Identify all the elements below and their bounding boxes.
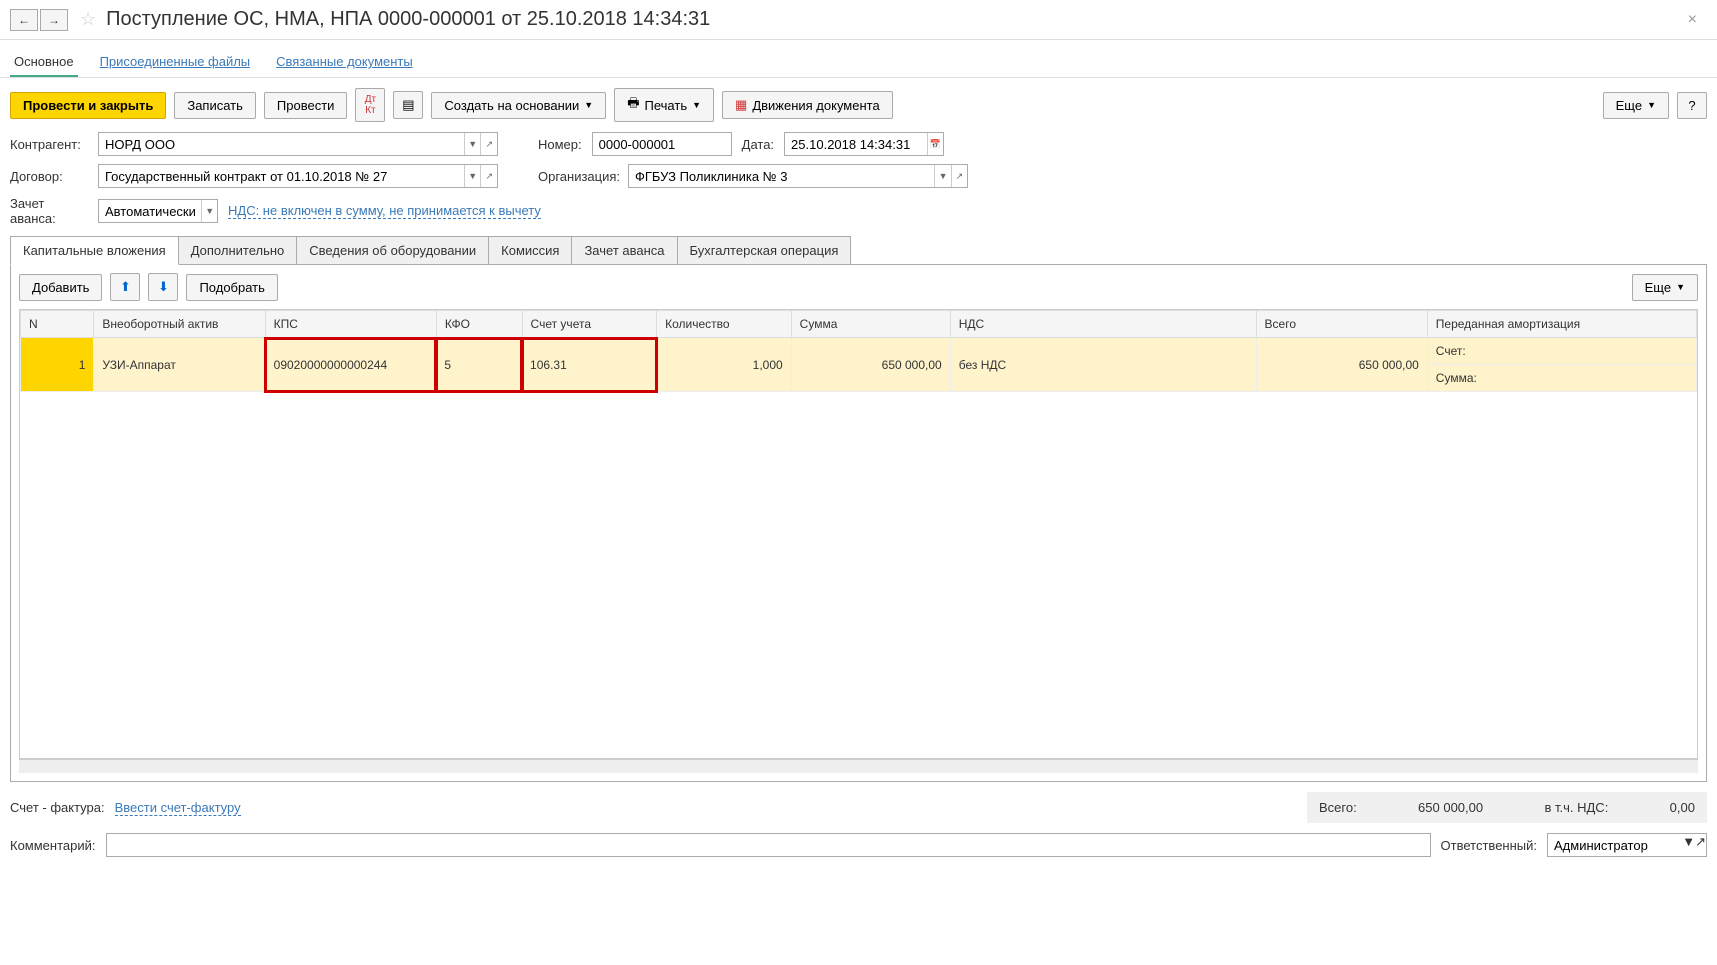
grid-more-button[interactable]: Еще ▼ <box>1632 274 1698 301</box>
cell-quantity[interactable]: 1,000 <box>657 338 792 392</box>
horizontal-scrollbar[interactable] <box>19 759 1698 773</box>
capital-investments-grid[interactable]: N Внеоборотный актив КПС КФО Счет учета … <box>19 309 1698 759</box>
chevron-down-icon: ▼ <box>692 100 701 110</box>
open-icon[interactable]: ↗ <box>951 165 967 187</box>
document-icon: ▤ <box>402 97 414 113</box>
tab-advance-offset[interactable]: Зачет аванса <box>571 236 677 264</box>
select-button[interactable]: Подобрать <box>186 274 277 301</box>
cell-asset[interactable]: УЗИ-Аппарат <box>94 338 265 392</box>
tab-commission[interactable]: Комиссия <box>488 236 572 264</box>
post-button[interactable]: Провести <box>264 92 348 119</box>
vat-incl-label: в т.ч. НДС: <box>1544 800 1608 815</box>
favorite-star-icon[interactable]: ☆ <box>80 9 96 30</box>
nav-forward-button[interactable]: → <box>40 9 68 31</box>
col-header-sum[interactable]: Сумма <box>791 311 950 338</box>
nav-back-button[interactable]: ← <box>10 9 38 31</box>
arrow-down-icon: ⬇ <box>158 279 169 295</box>
close-button[interactable]: × <box>1678 11 1707 29</box>
more-button[interactable]: Еще ▼ <box>1603 92 1669 119</box>
contract-label: Договор: <box>10 169 88 184</box>
total-value: 650 000,00 <box>1418 800 1483 815</box>
cell-amort-sum[interactable]: Сумма: <box>1427 365 1696 392</box>
dropdown-icon[interactable]: ▼ <box>464 133 481 155</box>
responsible-label: Ответственный: <box>1441 838 1537 853</box>
vat-settings-link[interactable]: НДС: не включен в сумму, не принимается … <box>228 203 541 219</box>
cell-vat[interactable]: без НДС <box>950 338 1256 392</box>
date-label: Дата: <box>742 137 774 152</box>
cell-n[interactable]: 1 <box>21 338 94 392</box>
responsible-input[interactable]: ▼ ↗ <box>1547 833 1707 857</box>
counterparty-input[interactable]: ▼ ↗ <box>98 132 498 156</box>
dropdown-icon[interactable]: ▼ <box>1682 834 1695 856</box>
number-label: Номер: <box>538 137 582 152</box>
col-header-vat[interactable]: НДС <box>950 311 1256 338</box>
tab-additional[interactable]: Дополнительно <box>178 236 298 264</box>
invoice-label: Счет - фактура: <box>10 800 105 815</box>
tab-accounting-operation[interactable]: Бухгалтерская операция <box>677 236 852 264</box>
post-and-close-button[interactable]: Провести и закрыть <box>10 92 166 119</box>
cell-kps[interactable]: 09020000000000244 <box>265 338 436 392</box>
save-button[interactable]: Записать <box>174 92 256 119</box>
advance-select[interactable]: ▼ <box>98 199 218 223</box>
totals-summary: Всего: 650 000,00 в т.ч. НДС: 0,00 <box>1307 792 1707 823</box>
advance-label: Зачет аванса: <box>10 196 88 226</box>
open-icon[interactable]: ↗ <box>1695 834 1706 856</box>
page-title: Поступление ОС, НМА, НПА 0000-000001 от … <box>106 8 710 31</box>
create-based-on-button[interactable]: Создать на основании ▼ <box>431 92 606 119</box>
cell-account[interactable]: 106.31 <box>522 338 657 392</box>
tab-equipment-info[interactable]: Сведения об оборудовании <box>296 236 489 264</box>
enter-invoice-link[interactable]: Ввести счет-фактуру <box>115 800 241 816</box>
navtab-files[interactable]: Присоединенные файлы <box>96 48 255 77</box>
cell-kfo[interactable]: 5 <box>436 338 522 392</box>
document-movements-button[interactable]: ▦ Движения документа <box>722 91 893 119</box>
debit-credit-button[interactable]: ДтКт <box>355 88 385 122</box>
navtab-main[interactable]: Основное <box>10 48 78 77</box>
move-up-button[interactable]: ⬆ <box>110 273 140 301</box>
col-header-n[interactable]: N <box>21 311 94 338</box>
org-label: Организация: <box>538 169 618 184</box>
date-input[interactable]: 📅 <box>784 132 944 156</box>
printer-icon: 🖶 <box>627 94 639 116</box>
arrow-up-icon: ⬆ <box>120 279 131 295</box>
cell-sum[interactable]: 650 000,00 <box>791 338 950 392</box>
col-header-asset[interactable]: Внеоборотный актив <box>94 311 265 338</box>
calendar-icon[interactable]: 📅 <box>927 133 943 155</box>
report-button[interactable]: ▤ <box>393 91 423 119</box>
col-header-total[interactable]: Всего <box>1256 311 1427 338</box>
tab-capital-investments[interactable]: Капитальные вложения <box>10 236 179 265</box>
movements-icon: ▦ <box>735 97 747 113</box>
arrow-left-icon: ← <box>18 13 30 27</box>
arrow-right-icon: → <box>48 13 60 27</box>
move-down-button[interactable]: ⬇ <box>148 273 178 301</box>
add-row-button[interactable]: Добавить <box>19 274 102 301</box>
help-button[interactable]: ? <box>1677 92 1707 119</box>
open-icon[interactable]: ↗ <box>480 165 497 187</box>
table-row[interactable]: 1 УЗИ-Аппарат 09020000000000244 5 106.31… <box>21 338 1697 365</box>
dt-kt-icon: ДтКт <box>365 94 376 116</box>
cell-total[interactable]: 650 000,00 <box>1256 338 1427 392</box>
vat-incl-value: 0,00 <box>1670 800 1695 815</box>
col-header-kps[interactable]: КПС <box>265 311 436 338</box>
print-button[interactable]: 🖶 Печать ▼ <box>614 88 714 122</box>
comment-label: Комментарий: <box>10 838 96 853</box>
organization-input[interactable]: ▼ ↗ <box>628 164 968 188</box>
open-icon[interactable]: ↗ <box>480 133 497 155</box>
chevron-down-icon: ▼ <box>584 100 593 110</box>
dropdown-icon[interactable]: ▼ <box>934 165 950 187</box>
dropdown-icon[interactable]: ▼ <box>201 200 217 222</box>
contract-input[interactable]: ▼ ↗ <box>98 164 498 188</box>
chevron-down-icon: ▼ <box>1676 282 1685 292</box>
col-header-kfo[interactable]: КФО <box>436 311 522 338</box>
col-header-transferred-amort[interactable]: Переданная амортизация <box>1427 311 1696 338</box>
navtab-related[interactable]: Связанные документы <box>272 48 417 77</box>
chevron-down-icon: ▼ <box>1647 100 1656 110</box>
dropdown-icon[interactable]: ▼ <box>464 165 481 187</box>
counterparty-label: Контрагент: <box>10 137 88 152</box>
col-header-account[interactable]: Счет учета <box>522 311 657 338</box>
cell-amort-account[interactable]: Счет: <box>1427 338 1696 365</box>
col-header-quantity[interactable]: Количество <box>657 311 792 338</box>
number-input[interactable] <box>592 132 732 156</box>
comment-input[interactable] <box>106 833 1431 857</box>
total-label: Всего: <box>1319 800 1357 815</box>
